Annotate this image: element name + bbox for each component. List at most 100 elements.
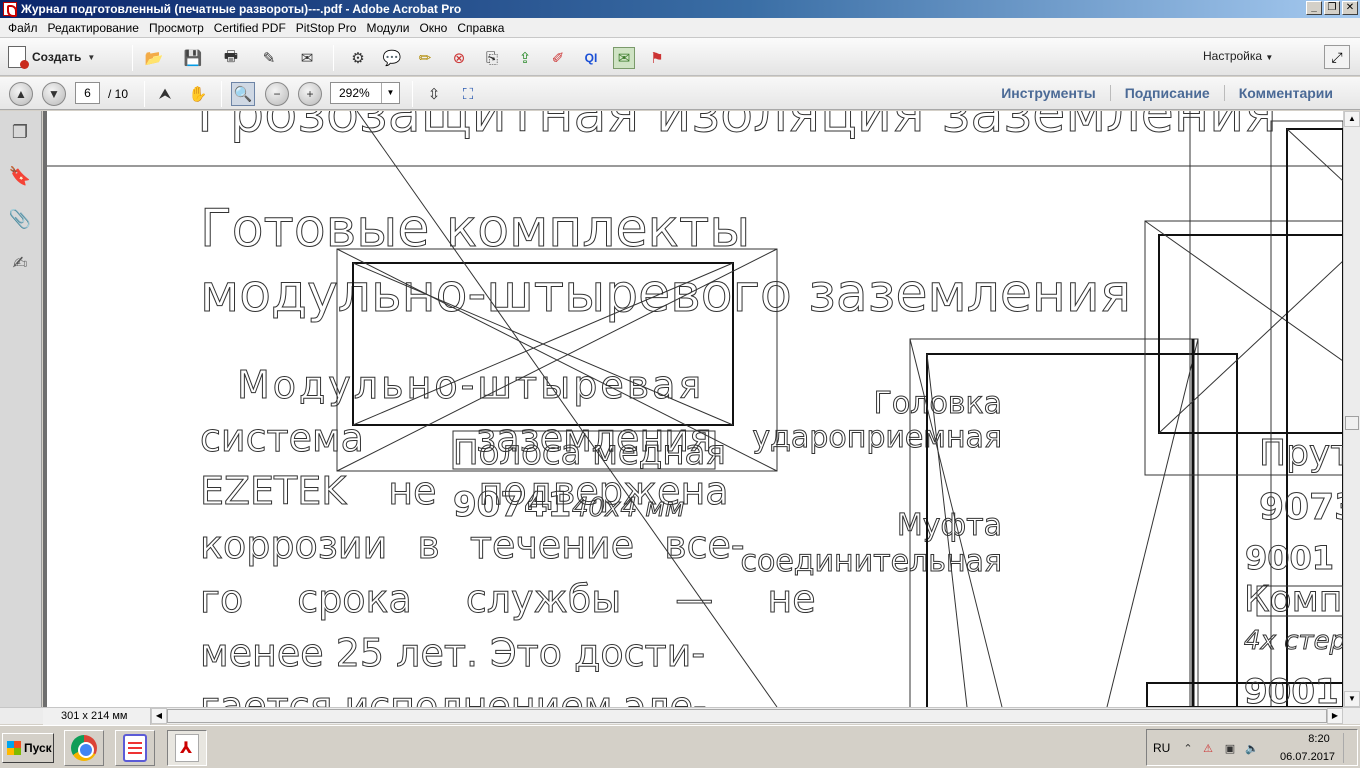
menu-plugins[interactable]: Модули (361, 21, 414, 35)
status-bar: 301 x 214 мм ◀ ▶ (0, 707, 1360, 725)
page-total: / 10 (108, 87, 129, 101)
task-pane-links: Инструменты Подписание Комментарии (987, 85, 1347, 101)
chevron-down-icon: ▼ (381, 83, 399, 103)
attachment-icon[interactable]: 📎 (9, 208, 31, 230)
object-inspector-icon[interactable]: ⚑ (646, 47, 668, 69)
scroll-mode-icon[interactable]: ⇳ (422, 82, 446, 106)
close-button[interactable]: ✕ (1342, 1, 1358, 15)
show-hidden-icons-icon[interactable]: ⌃ (1181, 742, 1195, 756)
clock-time[interactable]: 8:20 (1299, 733, 1339, 745)
horizontal-scrollbar[interactable]: ◀ ▶ (151, 708, 1343, 725)
page-number-input[interactable]: 6 (75, 82, 100, 104)
documents-taskbar-button[interactable] (115, 730, 155, 766)
language-indicator[interactable]: RU (1153, 741, 1170, 755)
title-bar: Журнал подготовленный (печатные разворот… (0, 0, 1360, 18)
redact-icon[interactable]: ✐ (547, 47, 569, 69)
scroll-left-icon[interactable]: ◀ (151, 708, 167, 724)
chrome-taskbar-button[interactable] (64, 730, 104, 766)
kit-label: Компл (1244, 579, 1343, 620)
zoom-out-icon[interactable]: − (265, 82, 289, 106)
fit-page-icon[interactable]: ⛶ (456, 82, 480, 106)
coupling-label-1: Муфта (897, 508, 1002, 543)
menu-view[interactable]: Просмотр (144, 21, 209, 35)
diagram-line (1286, 128, 1343, 182)
volume-icon[interactable]: 🔈 (1245, 742, 1259, 756)
settings-dropdown[interactable]: Настройка ▼ (1203, 49, 1273, 63)
heading-line-1: Готовые комплекты (200, 199, 750, 259)
chrome-icon (71, 735, 97, 761)
tools-pane-link[interactable]: Инструменты (987, 85, 1110, 101)
scroll-up-icon[interactable]: ▲ (1344, 111, 1360, 127)
envelope-check-icon[interactable]: ✉ (613, 47, 635, 69)
horizontal-scroll-thumb[interactable] (167, 709, 1327, 723)
zoom-level-select[interactable]: 292% ▼ (330, 82, 400, 104)
menu-pitstop-pro[interactable]: PitStop Pro (291, 21, 362, 35)
vertical-scroll-thumb[interactable] (1345, 416, 1359, 430)
network-alert-icon[interactable]: ⚠ (1201, 742, 1215, 756)
zoom-in-icon[interactable]: + (298, 82, 322, 106)
header-fragment: Грозозащитная изоляция заземления (197, 111, 1277, 144)
kit-sublabel: 4x стер (1244, 626, 1343, 656)
delete-page-icon[interactable]: ⊗ (448, 47, 470, 69)
strip-size: 40x4 мм (572, 493, 685, 523)
chevron-down-icon: ▼ (87, 52, 96, 62)
comments-pane-link[interactable]: Комментарии (1225, 85, 1347, 101)
open-folder-icon[interactable]: 📂 (143, 47, 165, 69)
acrobat-icon (175, 734, 199, 762)
code-9001-a: 9001 (1245, 539, 1334, 577)
menu-help[interactable]: Справка (452, 21, 509, 35)
expand-icon[interactable]: ⤢ (1324, 45, 1350, 69)
previous-page-icon[interactable]: ▲ (9, 82, 33, 106)
toolbar-divider (412, 81, 413, 107)
body-line-5: го срока службы — не (200, 577, 816, 621)
acrobat-taskbar-button[interactable] (167, 730, 207, 766)
marquee-zoom-icon[interactable]: 🔍 (231, 82, 255, 106)
document-view[interactable]: Грозозащитная изоляция заземления Готовы… (43, 111, 1343, 707)
strip-code: 90741 (453, 485, 571, 525)
hand-tool-icon[interactable]: ✋ (186, 82, 210, 106)
sign-pane-link[interactable]: Подписание (1111, 85, 1224, 101)
create-label: Создать (32, 50, 82, 64)
pdf-page: Грозозащитная изоляция заземления Готовы… (47, 111, 1343, 707)
navigation-pane: ❐ 🔖 📎 ✍ (0, 111, 42, 707)
gear-icon[interactable]: ⚙ (347, 47, 369, 69)
comment-icon[interactable]: 💬 (381, 47, 403, 69)
page-content: Грозозащитная изоляция заземления Готовы… (47, 111, 1343, 707)
minimize-button[interactable]: _ (1306, 1, 1322, 15)
email-icon[interactable]: ✉ (296, 47, 318, 69)
vertical-scrollbar[interactable]: ▲ ▼ (1343, 111, 1360, 707)
quick-inspect-icon[interactable]: QI (580, 47, 602, 69)
menu-certified-pdf[interactable]: Certified PDF (209, 21, 291, 35)
menu-edit[interactable]: Редактирование (43, 21, 144, 35)
signature-icon[interactable]: ✍ (9, 252, 31, 274)
highlight-text-icon[interactable]: ✏ (414, 47, 436, 69)
scroll-right-icon[interactable]: ▶ (1327, 708, 1343, 724)
heading-line-2: модульно-штыревого заземления (200, 264, 1131, 324)
show-desktop-button[interactable] (1343, 733, 1355, 763)
menu-window[interactable]: Окно (414, 21, 452, 35)
next-page-icon[interactable]: ▼ (42, 82, 66, 106)
export-icon[interactable]: ⇪ (514, 47, 536, 69)
bookmark-icon[interactable]: 🔖 (9, 165, 31, 187)
create-pdf-icon (8, 46, 29, 69)
print-icon[interactable]: 🖶 (220, 47, 242, 69)
clock-date[interactable]: 06.07.2017 (1280, 751, 1335, 763)
toolbar-divider (333, 45, 334, 71)
body-line-6: менее 25 лет. Это дости- (200, 631, 705, 675)
menu-file[interactable]: Файл (3, 21, 43, 35)
page-thumbnails-icon[interactable]: ❐ (9, 121, 31, 143)
select-cursor-icon[interactable]: ⮝ (153, 82, 177, 106)
settings-label: Настройка (1203, 49, 1263, 63)
start-button[interactable]: Пуск (2, 733, 54, 763)
navigation-toolbar: ▲ ▼ 6 / 10 ⮝ ✋ 🔍 − + 292% ▼ ⇳ ⛶ Инструме… (0, 77, 1360, 110)
body-line-4: коррозии в течение все- (200, 523, 745, 567)
preflight-icon[interactable]: ⎘ (481, 47, 503, 69)
scroll-down-icon[interactable]: ▼ (1344, 691, 1360, 707)
save-icon[interactable]: 💾 (182, 47, 204, 69)
monitor-icon[interactable]: ▣ (1223, 742, 1237, 756)
edit-document-icon[interactable]: ✎ (258, 47, 280, 69)
create-button[interactable]: Создать ▼ (8, 45, 95, 69)
body-line-7: гается исполнением эле- (200, 684, 707, 707)
restore-button[interactable]: ❐ (1324, 1, 1340, 15)
start-label: Пуск (24, 741, 52, 755)
